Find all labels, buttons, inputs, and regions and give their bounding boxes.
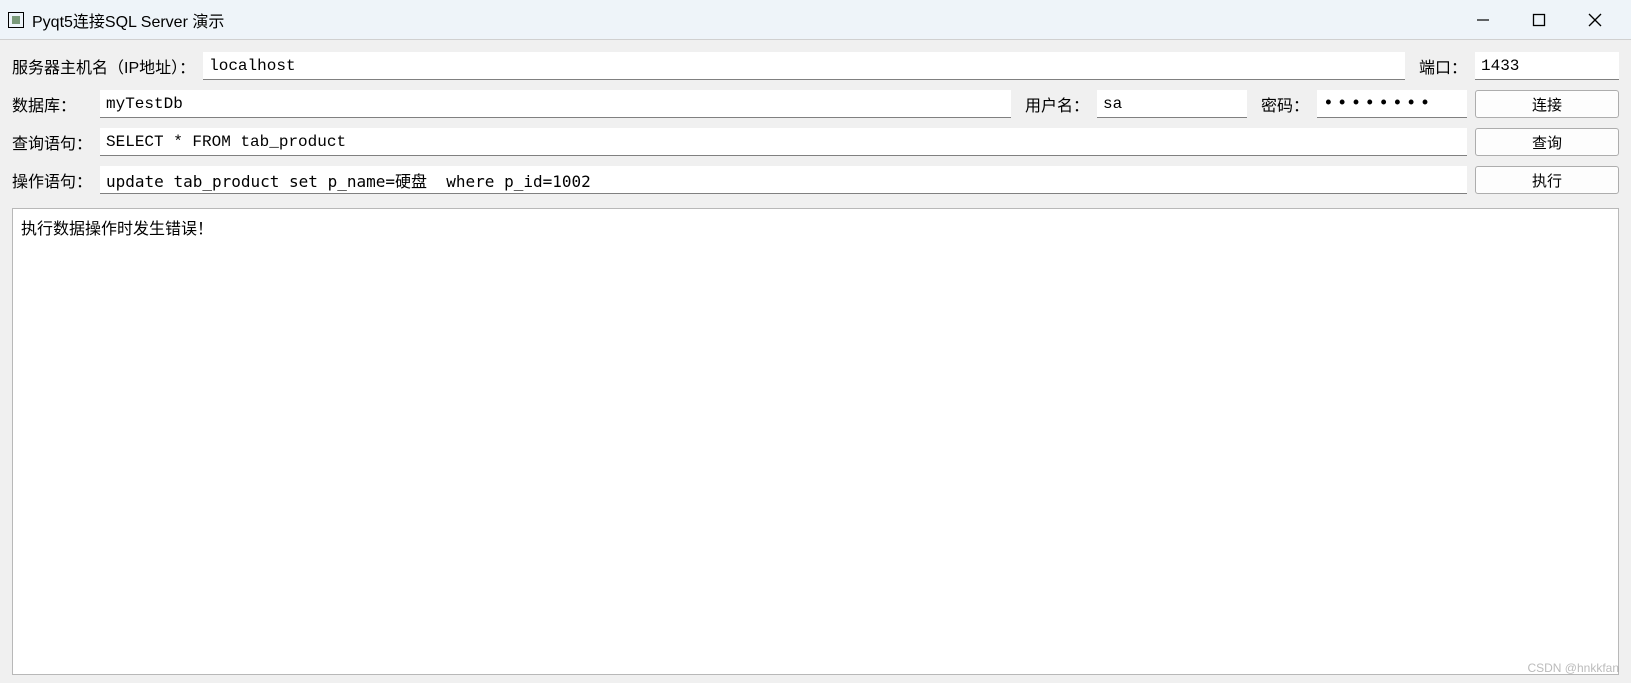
row-operation: 操作语句： 执行 [12,166,1619,194]
row-query: 查询语句： 查询 [12,128,1619,156]
query-input[interactable] [100,128,1467,156]
window-controls [1455,0,1623,40]
username-label: 用户名： [1025,92,1089,116]
client-area: 服务器主机名（IP地址）： 端口： 数据库： 用户名： 密码： 连接 查询语句：… [0,40,1631,683]
username-input[interactable] [1097,90,1247,118]
port-input[interactable] [1475,52,1619,80]
password-label: 密码： [1261,92,1309,116]
query-label: 查询语句： [12,130,92,154]
database-input[interactable] [100,90,1011,118]
execute-button[interactable]: 执行 [1475,166,1619,194]
window-title: Pyqt5连接SQL Server 演示 [32,8,224,32]
operation-label: 操作语句： [12,168,92,192]
host-input[interactable] [203,52,1405,80]
query-button[interactable]: 查询 [1475,128,1619,156]
port-label: 端口： [1419,54,1467,78]
titlebar[interactable]: Pyqt5连接SQL Server 演示 [0,0,1631,40]
host-label: 服务器主机名（IP地址）： [12,54,195,78]
row-database: 数据库： 用户名： 密码： 连接 [12,90,1619,118]
window: Pyqt5连接SQL Server 演示 服务器主机名（IP地址）： 端口： 数… [0,0,1631,683]
row-server: 服务器主机名（IP地址）： 端口： [12,52,1619,80]
database-label: 数据库： [12,92,92,116]
app-icon [8,12,24,28]
password-input[interactable] [1317,90,1467,118]
close-button[interactable] [1567,0,1623,40]
minimize-button[interactable] [1455,0,1511,40]
output-area[interactable]: 执行数据操作时发生错误！ [12,208,1619,675]
connect-button[interactable]: 连接 [1475,90,1619,118]
operation-input[interactable] [100,166,1467,194]
maximize-button[interactable] [1511,0,1567,40]
output-text: 执行数据操作时发生错误！ [21,221,213,238]
